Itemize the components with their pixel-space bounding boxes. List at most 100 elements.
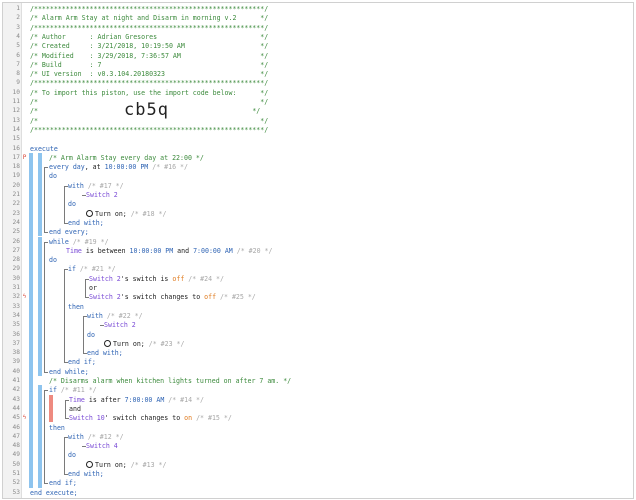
code-token: 's switch is xyxy=(120,274,173,283)
line-number: 33 xyxy=(12,302,20,310)
line-number: 32 xyxy=(12,293,20,301)
line-number: 52 xyxy=(12,479,20,487)
code-token: /* Modified : 3/29/2018, 7:36:57 AM */ xyxy=(30,51,269,60)
code-token: with xyxy=(68,432,84,441)
line-number: 5 xyxy=(16,42,20,50)
tree-connector xyxy=(44,232,48,234)
code-token: /* Created : 3/21/2018, 10:19:50 AM */ xyxy=(30,42,269,51)
code-token: do xyxy=(49,256,57,265)
tree-connector xyxy=(64,269,68,271)
code-token: /* #24 */ xyxy=(184,274,224,283)
tree-connector xyxy=(83,315,84,354)
code-token: /* #14 */ xyxy=(164,395,204,404)
code-line: Time is between 10:00:00 PM and 7:00:00 … xyxy=(66,246,272,256)
line-number: 44 xyxy=(12,404,20,412)
code-token: /* #16 */ xyxy=(148,163,188,172)
code-token: /* To import this piston, use the import… xyxy=(30,88,269,97)
code-token: is between xyxy=(81,246,130,255)
code-token: on xyxy=(184,414,193,423)
tree-connector xyxy=(65,418,69,420)
line-number: 35 xyxy=(12,321,20,329)
code-token: 10:00:00 PM xyxy=(129,246,174,255)
code-line: end execute; xyxy=(30,488,78,498)
code-token: Switch 10 xyxy=(69,414,105,423)
code-token: 's switch changes to xyxy=(120,293,205,302)
line-number: 45 xyxy=(12,414,20,422)
code-token: /* xyxy=(30,107,38,116)
tree-connector xyxy=(44,241,48,243)
code-token: end execute; xyxy=(30,488,78,497)
code-line: Time is after 7:00:00 AM /* #14 */ xyxy=(69,395,204,405)
code-token: /* #19 */ xyxy=(68,237,109,246)
line-number: 3 xyxy=(16,23,20,31)
code-line: Switch 2's switch changes to off /* #25 … xyxy=(89,292,256,302)
tree-connector xyxy=(64,436,65,474)
code-token: Turn on; xyxy=(95,460,127,469)
code-line: do xyxy=(68,450,76,460)
line-number: 41 xyxy=(12,377,20,384)
line-number: 13 xyxy=(12,116,20,124)
code-token: end with; xyxy=(68,218,104,227)
code-token: then xyxy=(49,423,65,432)
line-number: 19 xyxy=(12,172,20,180)
code-token: /* #17 */ xyxy=(83,181,124,190)
code-token: Turn on; xyxy=(95,209,127,218)
code-token: Turn on; xyxy=(113,339,145,348)
tree-connector xyxy=(44,390,45,484)
code-line: do xyxy=(49,255,57,265)
line-number: 21 xyxy=(12,191,20,198)
tree-connector xyxy=(65,399,66,419)
code-token: execute xyxy=(30,144,58,153)
tree-connector xyxy=(44,167,48,169)
line-number: 29 xyxy=(12,265,20,273)
line-number: 36 xyxy=(12,330,20,338)
piston-code-viewer: 1 2 3 4 5 6 7 8 9 10 11 12 13 14 15 16 17 18 19 20 21 22 23 24 2… xyxy=(2,2,634,499)
line-number: 47 xyxy=(12,432,20,440)
code-token: if xyxy=(68,265,76,274)
code-token: while xyxy=(49,237,69,246)
code-token: /* #22 */ xyxy=(102,311,143,320)
line-number: 42 xyxy=(12,386,20,394)
line-number: 23 xyxy=(12,209,20,217)
line-number: 27 xyxy=(12,246,20,254)
code-token: /* Author : Adrian Gresores */ xyxy=(30,32,269,41)
tree-connector xyxy=(82,195,86,196)
tree-connector xyxy=(64,436,68,438)
code-line: do xyxy=(87,330,95,340)
if-block-bar xyxy=(38,385,42,488)
line-number: 1 xyxy=(16,5,20,12)
line-number: 28 xyxy=(12,256,20,264)
line-number: 7 xyxy=(16,60,20,68)
tree-connector xyxy=(44,241,45,372)
line-number: 37 xyxy=(12,339,20,347)
line-number: 22 xyxy=(12,200,20,208)
tree-connector xyxy=(85,297,89,299)
line-number: 6 xyxy=(16,51,20,59)
code-token: and xyxy=(173,246,194,255)
code-line: do xyxy=(68,199,76,209)
every-block-bar xyxy=(38,152,42,237)
power-icon xyxy=(86,209,93,217)
tree-connector xyxy=(64,222,68,224)
line-number: 40 xyxy=(12,367,20,375)
line-number: 9 xyxy=(16,79,20,87)
line-number: 39 xyxy=(12,358,20,366)
line-number: 48 xyxy=(12,442,20,450)
code-line: do xyxy=(49,171,57,181)
code-line: Switch 2 xyxy=(104,320,136,330)
code-token: end every; xyxy=(49,228,89,237)
code-token: do xyxy=(68,200,76,209)
code-token: Switch 4 xyxy=(86,442,118,451)
code-token: end with; xyxy=(87,349,123,358)
code-token: if xyxy=(49,386,57,395)
code-token: or xyxy=(89,284,97,292)
tree-connector xyxy=(83,315,87,317)
line-number: 8 xyxy=(16,70,20,78)
code-line: then xyxy=(49,423,65,433)
line-number: 46 xyxy=(12,423,20,431)
code-token: and xyxy=(69,404,81,413)
line-number: 31 xyxy=(12,284,20,291)
code-line: Switch 2's switch is off /* #24 */ xyxy=(89,274,224,284)
code-token: ' switch changes to xyxy=(104,414,185,423)
line-number: 11 xyxy=(12,98,20,105)
